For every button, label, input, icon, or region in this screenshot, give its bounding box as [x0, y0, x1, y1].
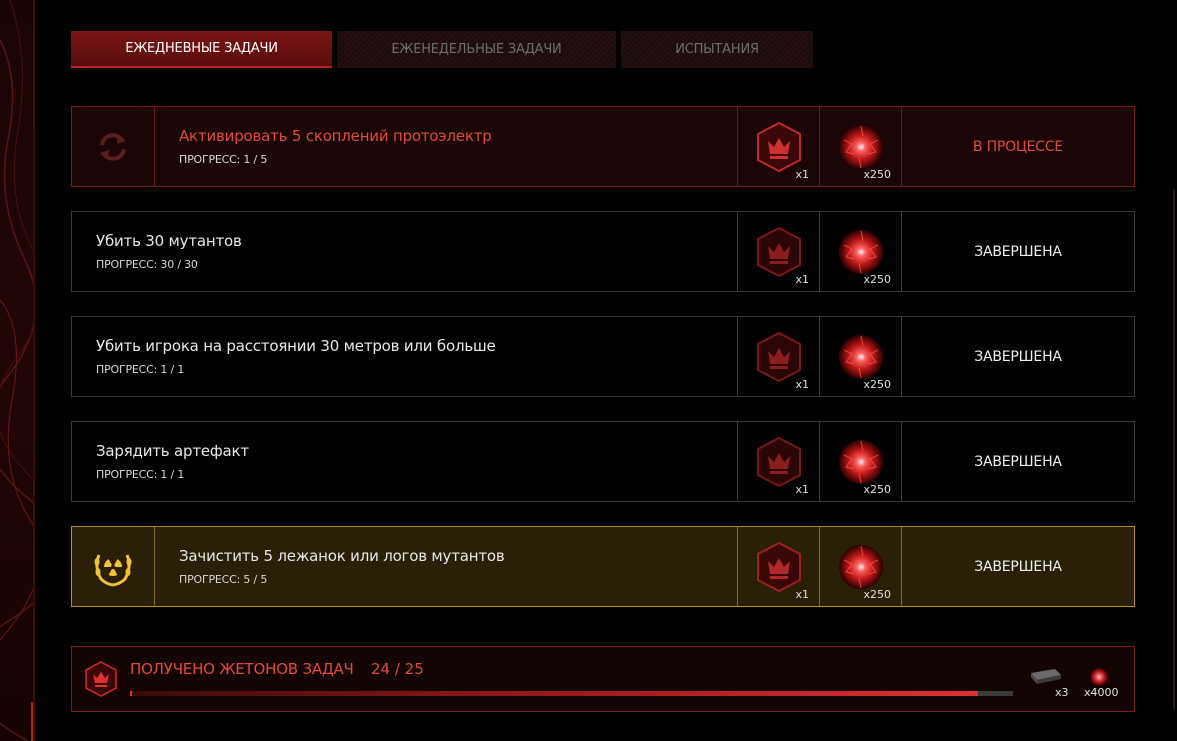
reward-qty: x1: [795, 483, 809, 496]
task-title: Убить игрока на расстоянии 30 метров или…: [96, 337, 496, 355]
tab-challenges[interactable]: ИСПЫТАНИЯ: [621, 31, 813, 68]
task-info: Зачистить 5 лежанок или логов мутантов П…: [155, 527, 737, 606]
tokens-progress-bar: [130, 691, 1013, 696]
reward-qty: x250: [863, 588, 891, 601]
reward-orb[interactable]: x4000: [1084, 667, 1119, 699]
task-info: Активировать 5 скоплений протоэлектр ПРО…: [155, 107, 737, 186]
reward-qty: x250: [863, 273, 891, 286]
reward-orb[interactable]: x250: [819, 212, 901, 291]
task-progress: ПРОГРЕСС: 1 / 1: [96, 363, 185, 376]
red-orb-icon: [838, 229, 883, 274]
crown-token-icon: [756, 331, 801, 382]
task-status: ЗАВЕРШЕНА: [901, 212, 1134, 291]
red-orb-icon: [838, 334, 883, 379]
crown-token-icon: [756, 226, 801, 277]
crown-token-icon: [756, 436, 801, 487]
task-title: Зачистить 5 лежанок или логов мутантов: [179, 547, 505, 565]
task-info: Убить игрока на расстоянии 30 метров или…: [72, 317, 737, 396]
task-row[interactable]: Активировать 5 скоплений протоэлектр ПРО…: [71, 106, 1135, 187]
red-orb-icon: [1090, 668, 1108, 686]
reward-token[interactable]: x1: [737, 422, 819, 501]
tokens-label: ПОЛУЧЕНО ЖЕТОНОВ ЗАДАЧ: [130, 660, 354, 678]
reward-qty: x1: [795, 168, 809, 181]
task-row[interactable]: Зачистить 5 лежанок или логов мутантов П…: [71, 526, 1135, 607]
tokens-progress-start: [130, 691, 132, 696]
task-info: Зарядить артефакт ПРОГРЕСС: 1 / 1: [72, 422, 737, 501]
reward-token[interactable]: x1: [737, 527, 819, 606]
tokens-progress-fill: [130, 691, 978, 696]
reward-qty: x4000: [1084, 686, 1119, 699]
task-icon-cell: [72, 527, 155, 606]
left-decor-strip: [0, 0, 35, 741]
reward-orb[interactable]: x250: [819, 107, 901, 186]
crown-token-icon: [756, 121, 801, 172]
task-row[interactable]: Убить 30 мутантов ПРОГРЕСС: 30 / 30 x1 x…: [71, 211, 1135, 292]
tokens-count: 24 / 25: [371, 660, 424, 678]
crown-token-icon: [85, 661, 117, 697]
crown-token-icon: [756, 541, 801, 592]
task-status: ЗАВЕРШЕНА: [901, 317, 1134, 396]
task-status: В ПРОЦЕССЕ: [901, 107, 1134, 186]
refresh-icon: [100, 132, 126, 161]
task-row[interactable]: Зарядить артефакт ПРОГРЕСС: 1 / 1 x1 x25…: [71, 421, 1135, 502]
weapon-case-icon: [1031, 669, 1061, 684]
task-title: Активировать 5 скоплений протоэлектр: [179, 127, 492, 145]
reward-orb[interactable]: x250: [819, 527, 901, 606]
reward-qty: x3: [1055, 686, 1069, 699]
red-orb-icon: [838, 124, 883, 169]
reward-qty: x250: [863, 168, 891, 181]
task-status: ЗАВЕРШЕНА: [901, 422, 1134, 501]
task-progress: ПРОГРЕСС: 1 / 5: [179, 153, 268, 166]
red-orb-icon: [838, 544, 883, 589]
task-progress: ПРОГРЕСС: 30 / 30: [96, 258, 198, 271]
task-tokens-panel: ПОЛУЧЕНО ЖЕТОНОВ ЗАДАЧ 24 / 25 x3 x4000: [71, 646, 1135, 712]
tab-daily[interactable]: ЕЖЕДНЕВНЫЕ ЗАДАЧИ: [71, 31, 332, 68]
right-scroll-edge: [1173, 190, 1175, 710]
task-info: Убить 30 мутантов ПРОГРЕСС: 30 / 30: [72, 212, 737, 291]
task-progress: ПРОГРЕСС: 1 / 1: [96, 468, 185, 481]
tab-weekly[interactable]: ЕЖЕНЕДЕЛЬНЫЕ ЗАДАЧИ: [337, 31, 616, 68]
radiation-laurel-icon: [94, 553, 132, 586]
red-orb-icon: [838, 439, 883, 484]
reward-case[interactable]: x3: [1029, 667, 1069, 699]
task-row[interactable]: Убить игрока на расстоянии 30 метров или…: [71, 316, 1135, 397]
reward-qty: x1: [795, 378, 809, 391]
reward-qty: x250: [863, 378, 891, 391]
reward-token[interactable]: x1: [737, 107, 819, 186]
reward-qty: x1: [795, 273, 809, 286]
reward-orb[interactable]: x250: [819, 422, 901, 501]
reward-qty: x250: [863, 483, 891, 496]
task-status: ЗАВЕРШЕНА: [901, 527, 1134, 606]
task-icon-cell: [72, 107, 155, 186]
reward-token[interactable]: x1: [737, 317, 819, 396]
task-title: Зарядить артефакт: [96, 442, 249, 460]
reward-qty: x1: [795, 588, 809, 601]
reward-orb[interactable]: x250: [819, 317, 901, 396]
task-title: Убить 30 мутантов: [96, 232, 242, 250]
task-progress: ПРОГРЕСС: 5 / 5: [179, 573, 268, 586]
reward-token[interactable]: x1: [737, 212, 819, 291]
